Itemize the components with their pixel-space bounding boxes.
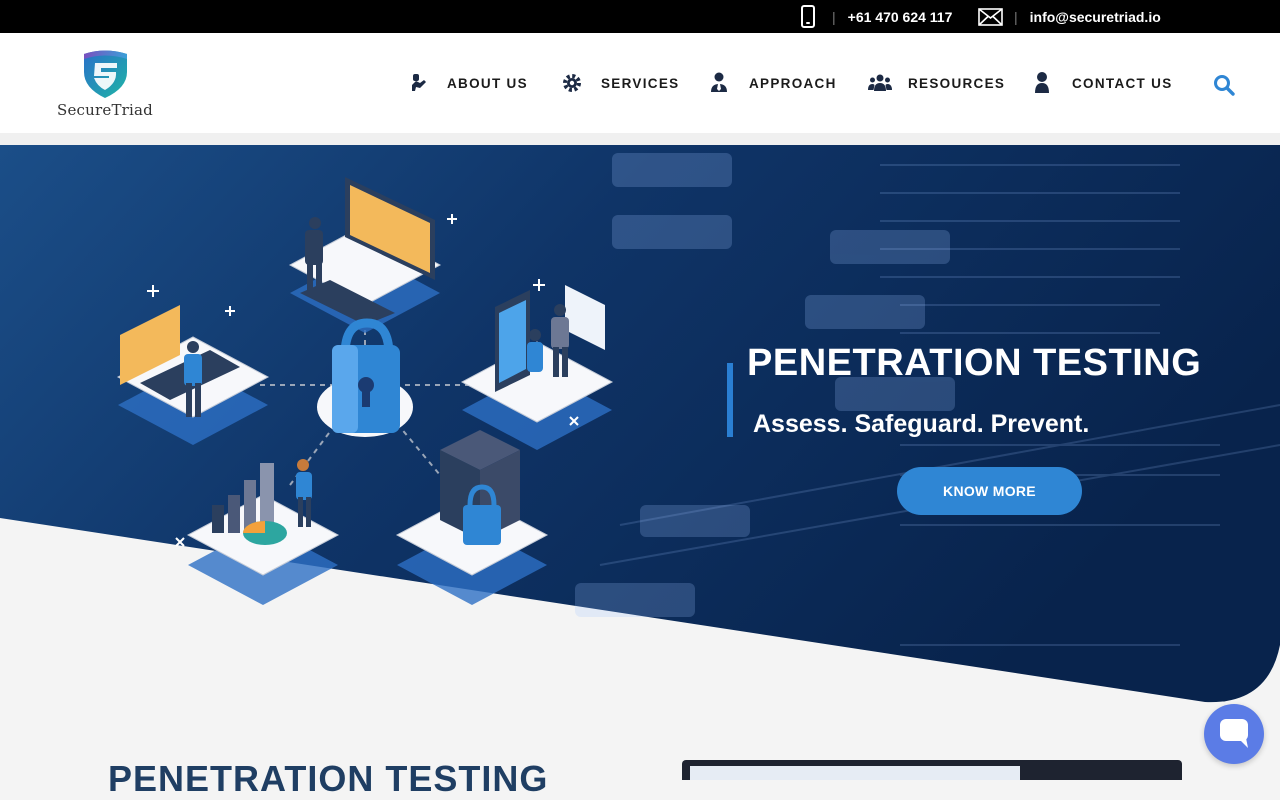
know-more-button[interactable]: KNOW MORE <box>897 467 1082 515</box>
nav-services[interactable]: SERVICES <box>561 71 679 95</box>
handshake-icon <box>412 74 426 91</box>
brand-name[interactable]: SecureTriad <box>57 101 153 119</box>
search-icon[interactable] <box>1212 73 1236 97</box>
users-icon <box>868 74 892 91</box>
chat-widget-button[interactable] <box>1204 704 1264 764</box>
nav-about-us[interactable]: ABOUT US <box>407 71 528 95</box>
phone-number[interactable]: +61 470 624 117 <box>848 9 953 25</box>
header-shadow <box>0 133 1280 145</box>
nav-contact-us[interactable]: CONTACT US <box>1032 71 1173 95</box>
mobile-phone-icon <box>801 5 815 28</box>
laptop-image <box>682 760 1182 780</box>
envelope-icon <box>978 8 1003 26</box>
nav-contact-us-label: CONTACT US <box>1072 75 1173 91</box>
nav-resources-label: RESOURCES <box>908 75 1006 91</box>
email-address[interactable]: info@securetriad.io <box>1030 9 1161 25</box>
nav-approach-label: APPROACH <box>749 75 837 91</box>
nav-approach[interactable]: APPROACH <box>709 71 837 95</box>
nav-resources[interactable]: RESOURCES <box>868 71 1005 95</box>
nav-services-label: SERVICES <box>601 75 680 91</box>
hero-title: PENETRATION TESTING <box>747 342 1202 384</box>
hero-subtitle: Assess. Safeguard. Prevent. <box>753 410 1090 438</box>
email-contact[interactable]: | info@securetriad.io <box>1004 0 1161 33</box>
user-tie-icon <box>711 72 727 92</box>
hero-banner: PENETRATION TESTING Assess. Safeguard. P… <box>0 145 1280 705</box>
user-icon <box>1035 72 1049 93</box>
chat-bubble-icon <box>1220 719 1248 748</box>
nav-about-us-label: ABOUT US <box>447 75 528 91</box>
hero-accent-bar <box>727 363 733 437</box>
top-contact-bar: | +61 470 624 117 | info@securetriad.io <box>0 0 1280 33</box>
site-header: SecureTriad ABOUT US SERVICES APPROACH R… <box>0 33 1280 133</box>
section-title: PENETRATION TESTING <box>108 758 549 799</box>
phone-contact[interactable]: | +61 470 624 117 <box>822 0 952 33</box>
gear-icon <box>563 74 581 92</box>
